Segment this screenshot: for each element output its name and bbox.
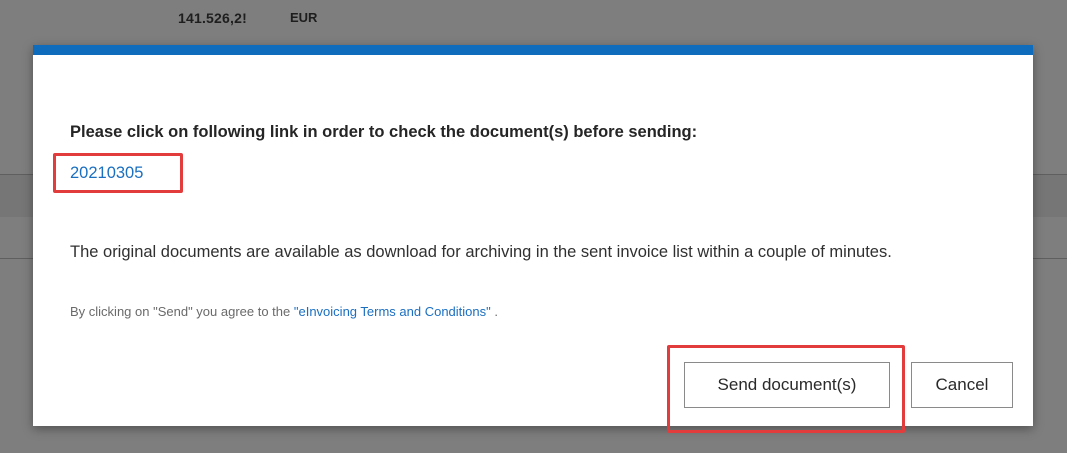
background-currency: EUR [290,10,318,25]
agree-prefix: By clicking on "Send" you agree to the [70,304,294,319]
send-confirmation-dialog: Please click on following link in order … [33,45,1033,433]
send-documents-button[interactable]: Send document(s) [684,362,890,408]
cancel-button[interactable]: Cancel [911,362,1013,408]
document-link[interactable]: 20210305 [53,153,183,193]
agree-suffix: . [490,304,498,319]
terms-link[interactable]: "eInvoicing Terms and Conditions" [294,304,491,319]
background-amount: 141.526,2! [178,10,247,26]
terms-agreement-text: By clicking on "Send" you agree to the "… [70,304,498,319]
archive-info-text: The original documents are available as … [70,243,892,261]
dialog-heading: Please click on following link in order … [70,123,698,141]
